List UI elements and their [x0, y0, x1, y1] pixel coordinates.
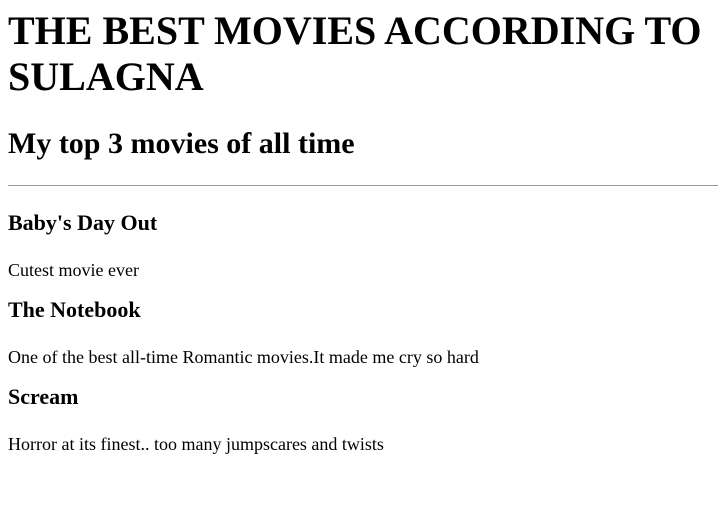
movie-title: The Notebook [8, 297, 141, 322]
movie-item: The Notebook One of the best all-time Ro… [8, 297, 718, 368]
page-title: THE BEST MOVIES ACCORDING TO SULAGNA [8, 8, 702, 99]
divider [8, 185, 718, 186]
movie-title: Scream [8, 384, 79, 409]
movie-item: Baby's Day Out Cutest movie ever [8, 210, 718, 281]
movie-description: Horror at its finest.. too many jumpscar… [8, 434, 384, 454]
movie-item: Scream Horror at its finest.. too many j… [8, 384, 718, 455]
movie-description: Cutest movie ever [8, 260, 139, 280]
movie-list: Baby's Day Out Cutest movie ever The Not… [8, 210, 718, 455]
movie-title: Baby's Day Out [8, 210, 158, 235]
page-subtitle: My top 3 movies of all time [8, 127, 355, 160]
movie-description: One of the best all-time Romantic movies… [8, 347, 479, 367]
page: THE BEST MOVIES ACCORDING TO SULAGNA My … [0, 8, 718, 455]
